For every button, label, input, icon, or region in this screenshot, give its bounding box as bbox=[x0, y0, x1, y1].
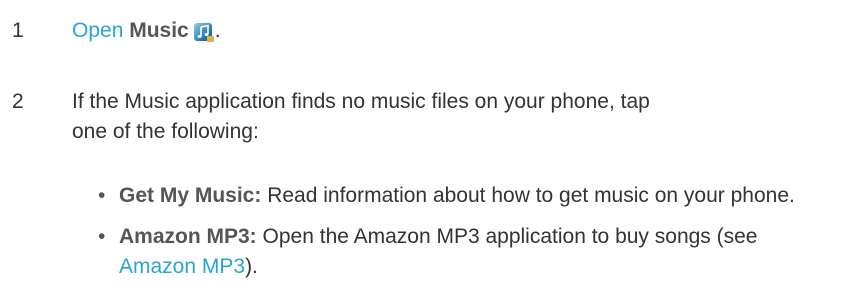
music-app-name: Music bbox=[129, 19, 189, 42]
amazon-mp3-link[interactable]: Amazon MP3 bbox=[119, 255, 245, 278]
open-link[interactable]: Open bbox=[72, 19, 123, 42]
amazon-mp3-label[interactable]: Amazon MP3: bbox=[119, 225, 257, 248]
step-number: 1 bbox=[12, 19, 24, 42]
step-1-period: . bbox=[214, 19, 221, 42]
music-app-icon bbox=[193, 20, 215, 51]
step-number: 2 bbox=[12, 90, 24, 113]
list-item-get-my-music: • Get My Music: Read information about h… bbox=[98, 181, 828, 211]
bullet-icon: • bbox=[98, 225, 106, 248]
amazon-mp3-description: Open the Amazon MP3 application to buy s… bbox=[256, 225, 758, 248]
step-2-intro: If the Music application finds no music … bbox=[72, 90, 650, 143]
bullet-icon: • bbox=[98, 184, 106, 207]
step-1-text: Open Music . bbox=[72, 16, 832, 51]
amazon-mp3-closing: ). bbox=[245, 255, 258, 278]
get-my-music-description: Read information about how to get music … bbox=[261, 184, 795, 207]
options-list: • Get My Music: Read information about h… bbox=[98, 181, 828, 293]
get-my-music-label[interactable]: Get My Music: bbox=[119, 184, 261, 207]
list-item-amazon-mp3: • Amazon MP3: Open the Amazon MP3 applic… bbox=[98, 222, 828, 282]
